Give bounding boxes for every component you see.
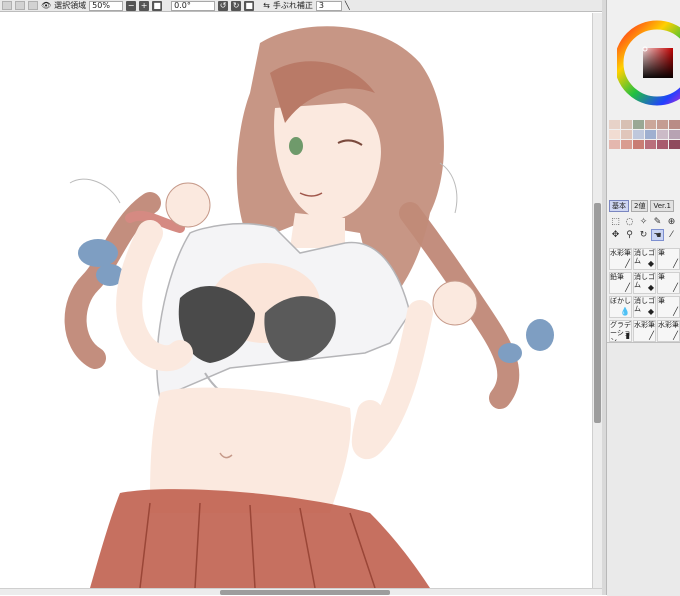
color-swatch[interactable] [645,120,656,129]
eye-icon[interactable]: 👁 [41,1,51,11]
zoom-icon[interactable]: ⚲ [623,229,636,241]
zoom-plus-button[interactable]: + [139,0,150,11]
color-swatch[interactable] [645,140,656,149]
vertical-scrollbar[interactable] [592,13,602,588]
eraser-icon: ◆ [647,307,654,316]
horizontal-scroll-thumb[interactable] [220,590,390,595]
color-swatch[interactable] [621,120,632,129]
color-swatch[interactable] [657,130,668,139]
rotation-value: 0.0° [174,0,191,10]
brush-watercolor-1[interactable]: 水彩筆 ╱ [609,248,632,270]
sketch-line-1 [69,178,121,204]
color-swatch[interactable] [633,130,644,139]
neck [290,213,345,248]
gradient-icon: ▮ [625,331,630,340]
color-swatch[interactable] [657,140,668,149]
brush-icon: ╱ [649,331,654,340]
magic-wand-icon[interactable]: ✧ [637,216,650,228]
tab-ver1[interactable]: Ver.1 [650,200,674,212]
toolbar-square-3[interactable] [28,1,38,10]
brush-icon: ╱ [673,283,678,292]
select-rect-icon[interactable]: ⬚ [609,216,622,228]
rotate-left-button[interactable]: ↺ [218,0,229,11]
tool-grid: ⬚ ◌ ✧ ✎ ⊕ ✥ ⚲ ↻ ☚ ⁄ [609,216,680,241]
stabilizer-label: 手ぶれ補正 [272,0,313,10]
hand-icon[interactable]: ☚ [651,229,664,241]
brush-eraser-1[interactable]: 消しゴム ◆ [633,248,656,270]
artwork [64,26,554,588]
eyedropper-icon[interactable]: ✎ [651,216,664,228]
brush-pencil[interactable]: 鉛筆 ╱ [609,272,632,294]
brush-brush-2[interactable]: 筆 ╱ [657,272,680,294]
selection-label: 選択領域 [54,0,87,10]
brush-gradation[interactable]: グラデーション ▮ [609,320,632,342]
lasso-icon[interactable]: ◌ [623,216,636,228]
color-swatch[interactable] [633,120,644,129]
color-swatch[interactable] [633,140,644,149]
flip-icon[interactable]: ⇆ [263,1,270,11]
horizontal-scrollbar[interactable] [0,588,602,595]
color-wheel[interactable] [617,8,680,108]
stabilizer-value: 3 [318,0,324,10]
move-icon[interactable]: ⊕ [665,216,678,228]
line-icon[interactable]: ⁄ [665,229,678,241]
color-swatch[interactable] [669,140,680,149]
zoom-minus-button[interactable]: − [126,0,137,11]
rotate-right-button[interactable]: ↻ [231,0,242,11]
brush-icon: ╱ [673,307,678,316]
right-bow-knot [498,343,522,363]
left-bow [78,239,118,267]
rotation-field[interactable]: 0.0° [171,0,216,11]
brush-grid: 水彩筆 ╱ 消しゴム ◆ 筆 ╱ 鉛筆 ╱ 消しゴム ◆ 筆 ╱ ぼかし 💧 消しゴム ◆ 筆 ╱… [609,248,680,342]
drawing-canvas[interactable] [0,13,592,588]
blur-drop-icon: 💧 [620,307,630,316]
pen-icon[interactable]: ╲ [345,1,350,11]
brush-icon: ╱ [673,331,678,340]
color-swatch[interactable] [609,120,620,129]
value-overlay [643,48,673,78]
toolbar-square-2[interactable] [15,1,25,10]
right-panel: 基本 2値 Ver.1 ⬚ ◌ ✧ ✎ ⊕ ✥ ⚲ ↻ ☚ ⁄ 水彩筆 ╱ 消しゴ… [606,0,680,596]
brush-tabs: 基本 2値 Ver.1 [607,200,680,212]
color-swatches [609,120,680,149]
sketch-line-2 [439,162,458,214]
brush-brush-1[interactable]: 筆 ╱ [657,248,680,270]
brush-settings-area [607,342,680,596]
rotate-icon[interactable]: ↻ [637,229,650,241]
right-bow [526,319,554,351]
move-cross-icon[interactable]: ✥ [609,229,622,241]
brush-watercolor-2[interactable]: 水彩筆 ╱ [633,320,656,342]
tab-basic[interactable]: 基本 [609,200,629,212]
top-toolbar: 👁 選択領域 50% − + ■ 0.0° ↺ ↻ ■ ⇆ 手ぶれ補正 3 ╲ [0,0,606,12]
color-swatch[interactable] [669,130,680,139]
vertical-scroll-thumb[interactable] [594,203,601,423]
eraser-icon: ◆ [647,259,654,268]
color-swatch[interactable] [621,140,632,149]
color-swatch[interactable] [609,140,620,149]
brush-eraser-2[interactable]: 消しゴム ◆ [633,272,656,294]
left-fist [165,182,211,228]
color-swatch[interactable] [657,120,668,129]
color-swatch[interactable] [609,130,620,139]
toolbar-square-1[interactable] [2,1,12,10]
brush-watercolor-3[interactable]: 水彩筆 ╱ [657,320,680,342]
right-fist [432,280,478,326]
rotate-reset-button[interactable]: ■ [244,0,255,11]
brush-icon: ╱ [673,259,678,268]
zoom-field[interactable]: 50% [89,0,124,11]
brush-blur[interactable]: ぼかし 💧 [609,296,632,318]
color-swatch[interactable] [669,120,680,129]
color-swatch[interactable] [621,130,632,139]
eraser-icon: ◆ [647,283,654,292]
pencil-icon: ╱ [625,283,630,292]
color-swatch[interactable] [645,130,656,139]
zoom-reset-button[interactable]: ■ [152,0,163,11]
tab-binary[interactable]: 2値 [631,200,649,212]
zoom-value: 50% [92,0,110,10]
brush-icon: ╱ [625,259,630,268]
left-eye [289,137,303,155]
stabilizer-field[interactable]: 3 [315,0,342,11]
brush-eraser-3[interactable]: 消しゴム ◆ [633,296,656,318]
brush-brush-3[interactable]: 筆 ╱ [657,296,680,318]
